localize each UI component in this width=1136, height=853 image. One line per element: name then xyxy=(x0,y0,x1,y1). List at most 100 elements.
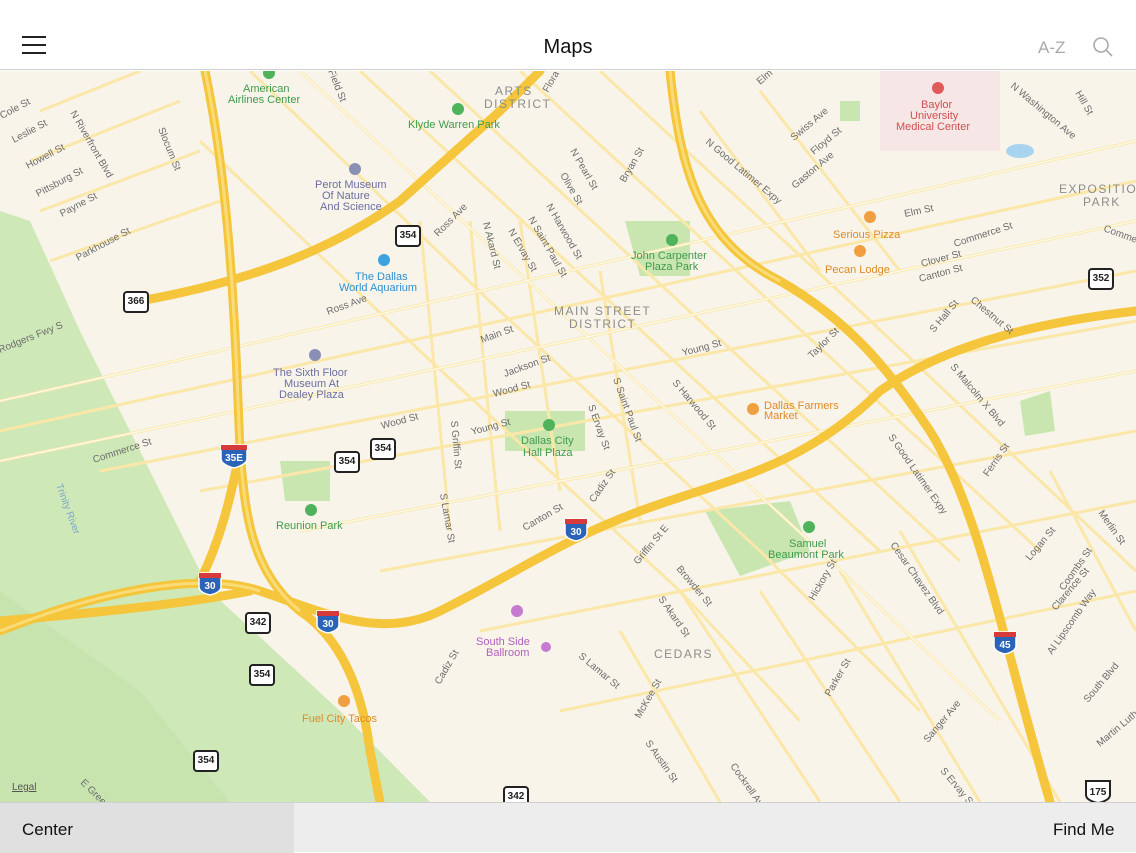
district-label: MAIN STREET xyxy=(554,304,651,318)
poi-label: Serious Pizza xyxy=(833,229,901,241)
district-label: DISTRICT xyxy=(484,97,551,111)
street-label: N Washington Ave xyxy=(1008,81,1078,142)
route-shield: 354 xyxy=(249,664,275,686)
street-label: Commerce St xyxy=(953,220,1015,249)
find-me-button[interactable]: Find Me xyxy=(1053,820,1114,840)
street-label: S Austin St xyxy=(643,738,680,785)
route-shield: 45 xyxy=(993,631,1017,655)
street-label: Commer xyxy=(1102,223,1136,247)
svg-text:354: 354 xyxy=(198,755,215,766)
street-label: S Lamar St xyxy=(576,651,622,692)
district-label: PARK xyxy=(1083,195,1121,209)
street-label: Elm St xyxy=(755,71,785,87)
poi-label: Fuel City Tacos xyxy=(302,713,377,725)
poi-label: Airlines Center xyxy=(228,94,300,106)
poi-label: Ballroom xyxy=(486,647,529,659)
street-label: Cockrell Ave xyxy=(728,761,769,802)
route-shield: 354 xyxy=(193,750,219,772)
district-label: ARTS xyxy=(495,84,533,98)
svg-text:354: 354 xyxy=(339,456,356,467)
route-shield: 30 xyxy=(198,572,222,596)
svg-text:354: 354 xyxy=(400,230,417,241)
route-shield: 35E xyxy=(220,444,248,469)
street-label: N Good Latimer Expy xyxy=(703,137,783,207)
i30-highway xyxy=(0,306,1136,636)
street-label: Elm St xyxy=(903,203,934,220)
svg-text:354: 354 xyxy=(254,669,271,680)
svg-text:30: 30 xyxy=(204,581,216,592)
street-label: Canton St xyxy=(521,502,565,534)
street-label: Gaston Ave xyxy=(790,149,837,191)
street-label: Main St xyxy=(479,324,515,346)
poi-label: Reunion Park xyxy=(276,520,343,532)
poi-label: Market xyxy=(764,410,798,422)
street-label: Parker St xyxy=(823,657,853,699)
route-shield: 354 xyxy=(395,225,421,247)
svg-text:30: 30 xyxy=(322,619,334,630)
street-label: N Akard St xyxy=(480,221,502,270)
poi-label: Hall Plaza xyxy=(523,447,573,459)
svg-text:45: 45 xyxy=(999,640,1011,651)
street-label: Ross Ave xyxy=(325,293,369,318)
legal-link[interactable]: Legal xyxy=(12,782,36,793)
street-label: Logan St xyxy=(1024,525,1058,563)
district-label: EXPOSITIO xyxy=(1059,182,1136,196)
svg-text:175: 175 xyxy=(1090,787,1107,798)
top-bar: Maps A-Z xyxy=(0,0,1136,70)
route-shield: 342 xyxy=(503,786,529,802)
route-shield: 354 xyxy=(334,451,360,473)
route-shield: 30 xyxy=(564,518,588,542)
street-label: Martin Luth xyxy=(1095,709,1136,750)
street-label: Cadiz St xyxy=(433,648,462,686)
street-label: Parkhouse St xyxy=(74,226,132,264)
street-label: Wood St xyxy=(492,379,532,400)
svg-text:30: 30 xyxy=(570,527,582,538)
svg-text:342: 342 xyxy=(250,617,267,628)
street-label: Cole St xyxy=(0,96,33,121)
street-label: Merlin St xyxy=(1096,508,1128,547)
street-label: Hill St xyxy=(1072,89,1095,117)
center-button[interactable]: Center xyxy=(22,820,73,840)
svg-text:366: 366 xyxy=(128,296,145,307)
route-shield: 366 xyxy=(123,291,149,313)
search-icon[interactable] xyxy=(1092,36,1114,58)
street-label: Leslie St xyxy=(10,118,49,146)
route-shield: 354 xyxy=(370,438,396,460)
street-label: South Blvd xyxy=(1082,661,1122,705)
bottom-toolbar: Center Find Me xyxy=(0,802,1136,853)
district-label: DISTRICT xyxy=(569,317,636,331)
poi-label: And Science xyxy=(320,201,382,213)
route-shield: 175 xyxy=(1085,780,1111,802)
street-label: Chestnut St xyxy=(968,295,1015,337)
svg-text:342: 342 xyxy=(508,791,525,802)
street-label: Ross Ave xyxy=(432,201,470,239)
street-label: Pittsburg St xyxy=(34,166,85,200)
route-shield: 352 xyxy=(1088,268,1114,290)
svg-text:35E: 35E xyxy=(225,453,243,464)
poi-label: Klyde Warren Park xyxy=(408,119,500,131)
map-view[interactable]: ARTS DISTRICT MAIN STREET DISTRICT CEDAR… xyxy=(0,71,1136,802)
district-label: CEDARS xyxy=(654,647,713,661)
street-label: Griffin St E xyxy=(632,523,672,567)
page-title: Maps xyxy=(543,36,593,58)
route-shield: 342 xyxy=(245,612,271,634)
svg-text:354: 354 xyxy=(375,443,392,454)
street-label: Howell St xyxy=(24,142,67,172)
poi-label: Beaumont Park xyxy=(768,549,844,561)
poi-label: Plaza Park xyxy=(645,261,699,273)
street-label: Jackson St xyxy=(502,353,552,380)
az-index-button[interactable]: A-Z xyxy=(1038,38,1065,58)
street-label: Cesar Chavez Blvd xyxy=(888,540,946,616)
street-label: Flora St xyxy=(541,71,568,95)
map-canvas[interactable]: ARTS DISTRICT MAIN STREET DISTRICT CEDAR… xyxy=(0,71,1136,802)
poi-label: Dallas City xyxy=(521,435,574,447)
street-label: S Malcolm X Blvd xyxy=(948,362,1007,429)
svg-text:352: 352 xyxy=(1093,273,1110,284)
street-label: S Griffin St xyxy=(448,420,463,469)
poi-label: Medical Center xyxy=(896,121,970,133)
poi-label: Dealey Plaza xyxy=(279,389,345,401)
poi-label: World Aquarium xyxy=(339,282,417,294)
street-label: Al Lipscomb Way xyxy=(1045,587,1098,656)
route-shield: 30 xyxy=(316,610,340,634)
street-label: S Hall St xyxy=(928,298,962,335)
